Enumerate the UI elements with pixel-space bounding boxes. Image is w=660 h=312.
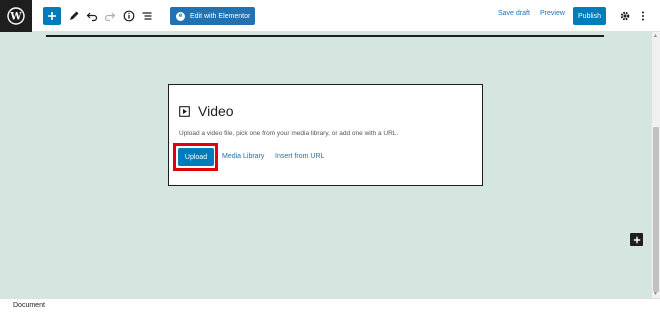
plus-icon	[48, 12, 56, 20]
tools-button[interactable]	[66, 8, 82, 24]
undo-icon	[86, 12, 98, 22]
breadcrumb-document[interactable]: Document	[13, 302, 45, 309]
save-draft-button[interactable]: Save draft	[498, 10, 530, 17]
video-block-description: Upload a video file, pick one from your …	[179, 130, 399, 137]
video-block-placeholder[interactable]: Video Upload a video file, pick one from…	[168, 84, 483, 186]
preview-button[interactable]: Preview	[540, 10, 565, 17]
video-icon	[179, 105, 190, 117]
redo-icon	[104, 12, 116, 22]
wordpress-logo-icon[interactable]: W	[0, 0, 32, 32]
svg-text:W: W	[9, 12, 22, 23]
edit-with-elementor-label: Edit with Elementor	[190, 12, 251, 20]
details-button[interactable]	[121, 8, 137, 24]
gear-icon	[620, 11, 630, 21]
editor-footer: Document	[0, 298, 660, 312]
preview-label: Preview	[540, 10, 565, 17]
scrollbar-thumb[interactable]	[653, 127, 659, 292]
more-vertical-icon	[642, 11, 644, 21]
save-draft-label: Save draft	[498, 10, 530, 17]
editor-canvas[interactable]: Video Upload a video file, pick one from…	[0, 32, 652, 298]
scroll-up-icon[interactable]: ▲	[653, 33, 658, 39]
publish-button[interactable]: Publish	[573, 7, 606, 25]
upload-button[interactable]: Upload	[178, 148, 214, 166]
plus-icon	[633, 236, 640, 243]
add-block-button[interactable]	[43, 7, 61, 25]
pencil-icon	[70, 11, 79, 20]
undo-button[interactable]	[84, 8, 100, 24]
upload-label: Upload	[184, 153, 208, 161]
scroll-down-icon[interactable]: ▼	[653, 291, 658, 297]
block-inserter-button[interactable]	[630, 233, 643, 246]
media-library-button[interactable]: Media Library	[222, 153, 264, 160]
options-button[interactable]	[635, 8, 651, 24]
video-block-header: Video	[179, 103, 234, 119]
editor-app: W e Edit with Elementor Save draft Previ…	[0, 0, 660, 312]
insert-from-url-button[interactable]: Insert from URL	[275, 153, 324, 160]
edit-with-elementor-button[interactable]: e Edit with Elementor	[170, 7, 255, 25]
list-view-icon	[142, 12, 152, 20]
settings-button[interactable]	[617, 8, 633, 24]
publish-label: Publish	[578, 12, 601, 20]
canvas-scrollbar[interactable]: ▲ ▼	[652, 32, 660, 298]
editor-toolbar: W e Edit with Elementor Save draft Previ…	[0, 0, 660, 32]
info-icon	[123, 10, 135, 22]
redo-button[interactable]	[102, 8, 118, 24]
elementor-logo-icon: e	[176, 11, 185, 21]
video-block-title: Video	[198, 103, 234, 119]
list-view-button[interactable]	[139, 8, 155, 24]
post-title-underline	[46, 35, 604, 37]
